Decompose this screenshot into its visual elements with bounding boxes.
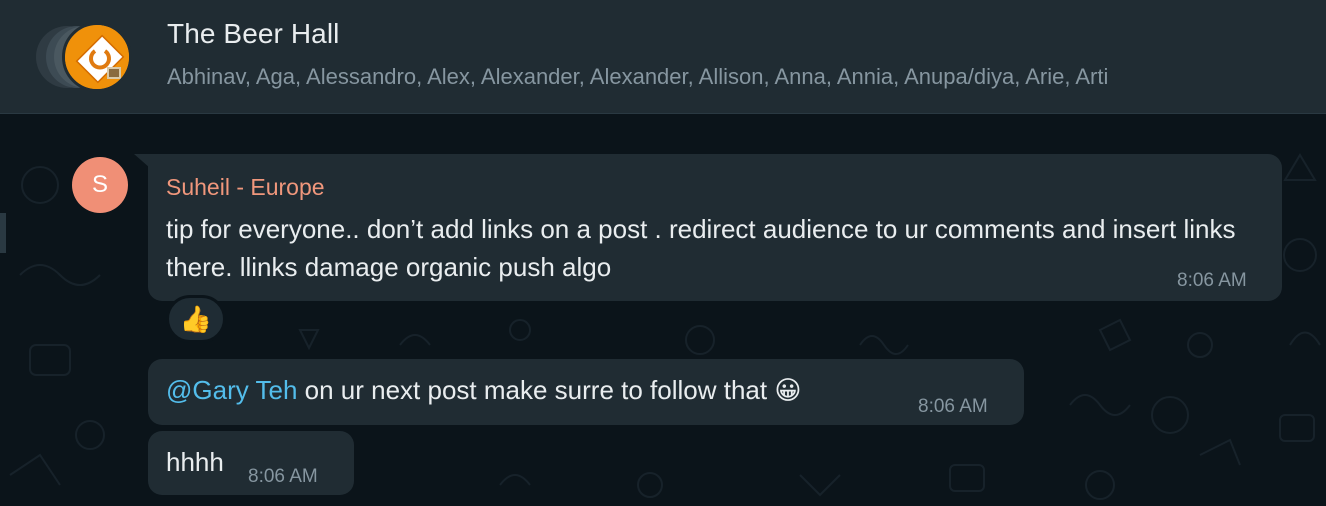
thumbs-up-icon: 👍 (179, 303, 213, 334)
panel-resize-handle[interactable] (0, 213, 6, 253)
group-avatar[interactable] (62, 22, 132, 92)
message-time: 8:06 AM (1177, 270, 1247, 291)
message-text: tip for everyone.. don’t add links on a … (166, 214, 1236, 282)
chat-window: The Beer Hall Abhinav, Aga, Alessandro, … (0, 0, 1326, 506)
group-avatar-stack[interactable] (36, 22, 146, 92)
sender-avatar[interactable]: S (72, 157, 128, 213)
message-time: 8:06 AM (918, 396, 988, 417)
message-body: on ur next post make surre to follow tha… (297, 375, 802, 405)
message-text: hhhh (166, 447, 224, 477)
message-bubble[interactable]: @Gary Teh on ur next post make surre to … (148, 359, 1024, 425)
chat-header[interactable]: The Beer Hall Abhinav, Aga, Alessandro, … (0, 0, 1326, 114)
sender-name[interactable]: Suheil - Europe (166, 174, 325, 201)
user-mention[interactable]: @Gary Teh (166, 375, 297, 405)
message-list[interactable]: S Suheil - Europe tip for everyone.. don… (0, 115, 1326, 506)
group-logo-icon (65, 25, 129, 89)
message-time: 8:06 AM (248, 466, 318, 487)
group-title[interactable]: The Beer Hall (167, 18, 340, 50)
message-bubble[interactable]: Suheil - Europe tip for everyone.. don’t… (148, 154, 1282, 301)
message-text: @Gary Teh on ur next post make surre to … (166, 371, 801, 409)
message-bubble[interactable]: hhhh 8:06 AM (148, 431, 354, 495)
thumbs-up-reaction[interactable]: 👍 (166, 295, 226, 343)
group-members-list: Abhinav, Aga, Alessandro, Alex, Alexande… (167, 64, 1109, 89)
